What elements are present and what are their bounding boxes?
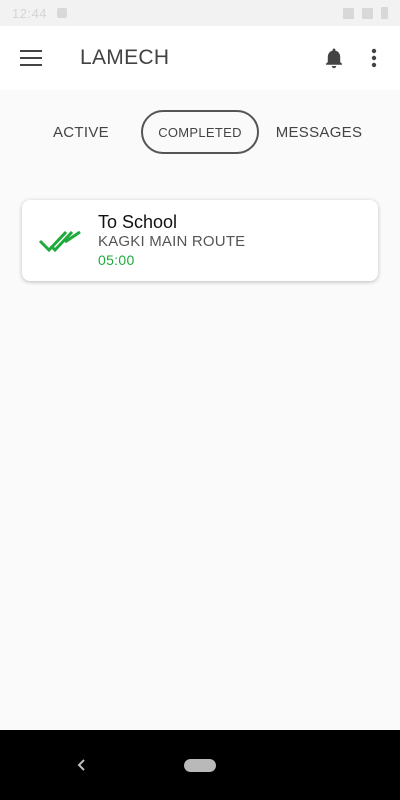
hamburger-menu-icon (20, 50, 42, 66)
menu-button[interactable] (3, 30, 59, 86)
back-chevron-icon (77, 759, 85, 771)
app-title: LAMECH (80, 46, 170, 69)
notification-icon (57, 8, 68, 18)
tab-bar: ACTIVE COMPLETED MESSAGES (22, 108, 378, 156)
system-nav-bar (0, 730, 400, 800)
trip-name: To School (98, 211, 178, 232)
home-button[interactable] (184, 759, 216, 772)
tab-messages[interactable]: MESSAGES (260, 110, 378, 154)
notifications-button[interactable] (314, 34, 354, 82)
trip-card[interactable]: To School KAGKI MAIN ROUTE 05:00 (22, 200, 378, 281)
bell-icon (326, 48, 342, 69)
app-actions (314, 34, 394, 82)
wifi-icon (362, 7, 373, 19)
status-icons (343, 7, 388, 19)
tab-completed[interactable]: COMPLETED (141, 110, 259, 154)
more-vert-icon (371, 48, 377, 68)
trip-details: To School KAGKI MAIN ROUTE 05:00 (98, 212, 245, 270)
app-screen: 12:44 LAMECH ACTIVE COMPLETED MESSAGES T… (0, 0, 400, 800)
tab-active[interactable]: ACTIVE (22, 110, 140, 154)
back-button[interactable] (70, 751, 94, 779)
status-bar: 12:44 (0, 0, 400, 26)
double-check-icon (38, 230, 81, 252)
trip-time: 05:00 (98, 251, 135, 268)
more-options-button[interactable] (354, 34, 394, 82)
data-saver-icon (343, 7, 354, 19)
trip-status (22, 228, 98, 254)
battery-icon (381, 7, 388, 19)
app-bar: LAMECH (0, 26, 400, 90)
trip-route: KAGKI MAIN ROUTE (98, 232, 246, 250)
status-time: 12:44 (12, 5, 48, 21)
